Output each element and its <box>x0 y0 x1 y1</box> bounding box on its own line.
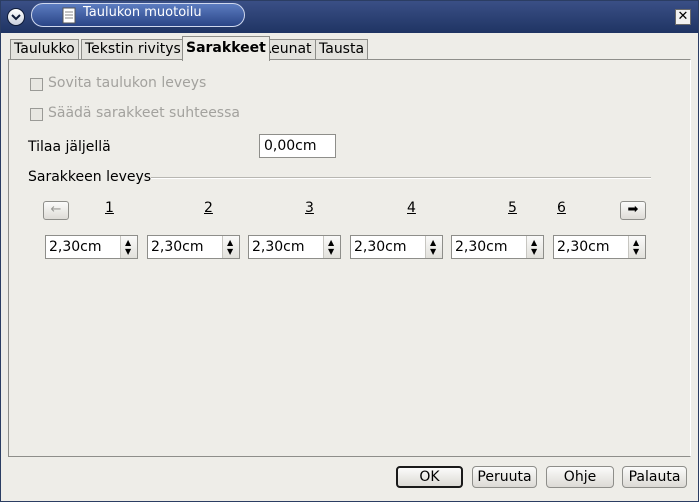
ok-button[interactable]: OK <box>396 466 463 488</box>
column-width-group-label: Sarakkeen leveys <box>28 169 152 185</box>
column-width-spinner[interactable]: 2,30cm ▲ ▼ <box>350 235 443 259</box>
column-width-spinner[interactable]: 2,30cm ▲ ▼ <box>451 235 544 259</box>
group-divider <box>151 177 651 179</box>
close-icon: ✕ <box>677 9 689 24</box>
column-width-value[interactable]: 2,30cm <box>557 237 610 257</box>
column-width-value[interactable]: 2,30cm <box>151 237 204 257</box>
spinner-arrows[interactable]: ▲ ▼ <box>120 236 137 258</box>
column-number: 5 <box>508 200 517 216</box>
fit-width-checkbox[interactable] <box>30 78 43 91</box>
column-number: 3 <box>305 200 314 216</box>
dialog-content: Taulukko Tekstin rivitys Sarakkeet Reuna… <box>1 33 698 501</box>
column-width-spinner[interactable]: 2,30cm ▲ ▼ <box>248 235 341 259</box>
spin-up-icon[interactable]: ▲ <box>531 239 537 247</box>
window-title: Taulukon muotoilu <box>83 5 202 20</box>
spin-up-icon[interactable]: ▲ <box>633 239 639 247</box>
column-number: 2 <box>204 200 213 216</box>
remaining-space-field: 0,00cm <box>259 134 336 158</box>
spin-down-icon[interactable]: ▼ <box>430 248 436 256</box>
arrow-left-icon: ← <box>50 202 62 217</box>
spinner-arrows[interactable]: ▲ ▼ <box>323 236 340 258</box>
cancel-button[interactable]: Peruuta <box>472 466 537 488</box>
column-width-value[interactable]: 2,30cm <box>49 237 102 257</box>
spin-down-icon[interactable]: ▼ <box>633 248 639 256</box>
chevron-down-icon <box>11 14 21 21</box>
tab-taulukko[interactable]: Taulukko <box>10 39 79 59</box>
spin-up-icon[interactable]: ▲ <box>227 239 233 247</box>
adjust-relative-label: Säädä sarakkeet suhteessa <box>48 105 240 121</box>
column-width-value[interactable]: 2,30cm <box>252 237 305 257</box>
column-width-value[interactable]: 2,30cm <box>354 237 407 257</box>
spinner-arrows[interactable]: ▲ ▼ <box>628 236 645 258</box>
spin-down-icon[interactable]: ▼ <box>531 248 537 256</box>
spin-up-icon[interactable]: ▲ <box>430 239 436 247</box>
tab-background[interactable]: Tausta <box>315 39 369 59</box>
tab-text-flow[interactable]: Tekstin rivitys <box>81 39 185 59</box>
fit-width-label: Sovita taulukon leveys <box>48 75 207 91</box>
title-bar[interactable]: Taulukon muotoilu ✕ <box>1 1 698 33</box>
table-format-dialog: Taulukon muotoilu ✕ Taulukko Tekstin riv… <box>0 0 699 502</box>
adjust-relative-checkbox[interactable] <box>30 108 43 121</box>
window-menu-button[interactable] <box>7 8 25 26</box>
close-button[interactable]: ✕ <box>675 9 691 25</box>
tab-columns[interactable]: Sarakkeet <box>182 36 270 61</box>
previous-columns-button[interactable]: ← <box>43 201 69 220</box>
spin-up-icon[interactable]: ▲ <box>328 239 334 247</box>
column-width-spinner[interactable]: 2,30cm ▲ ▼ <box>45 235 138 259</box>
column-width-spinner[interactable]: 2,30cm ▲ ▼ <box>553 235 646 259</box>
column-width-spinner[interactable]: 2,30cm ▲ ▼ <box>147 235 240 259</box>
spin-down-icon[interactable]: ▼ <box>328 248 334 256</box>
spinner-arrows[interactable]: ▲ ▼ <box>526 236 543 258</box>
document-icon <box>62 7 76 24</box>
spinner-arrows[interactable]: ▲ ▼ <box>222 236 239 258</box>
help-button[interactable]: Ohje <box>546 466 614 488</box>
remaining-space-label: Tilaa jäljellä <box>28 139 111 155</box>
spinner-arrows[interactable]: ▲ ▼ <box>425 236 442 258</box>
arrow-right-icon: ➡ <box>627 202 639 217</box>
column-number: 6 <box>557 200 566 216</box>
column-width-value[interactable]: 2,30cm <box>455 237 508 257</box>
spin-up-icon[interactable]: ▲ <box>125 239 131 247</box>
spin-down-icon[interactable]: ▼ <box>125 248 131 256</box>
spin-down-icon[interactable]: ▼ <box>227 248 233 256</box>
columns-panel: Sovita taulukon leveys Säädä sarakkeet s… <box>8 59 691 457</box>
reset-button[interactable]: Palauta <box>622 466 687 488</box>
column-number: 1 <box>105 200 114 216</box>
next-columns-button[interactable]: ➡ <box>620 201 646 220</box>
column-number: 4 <box>407 200 416 216</box>
